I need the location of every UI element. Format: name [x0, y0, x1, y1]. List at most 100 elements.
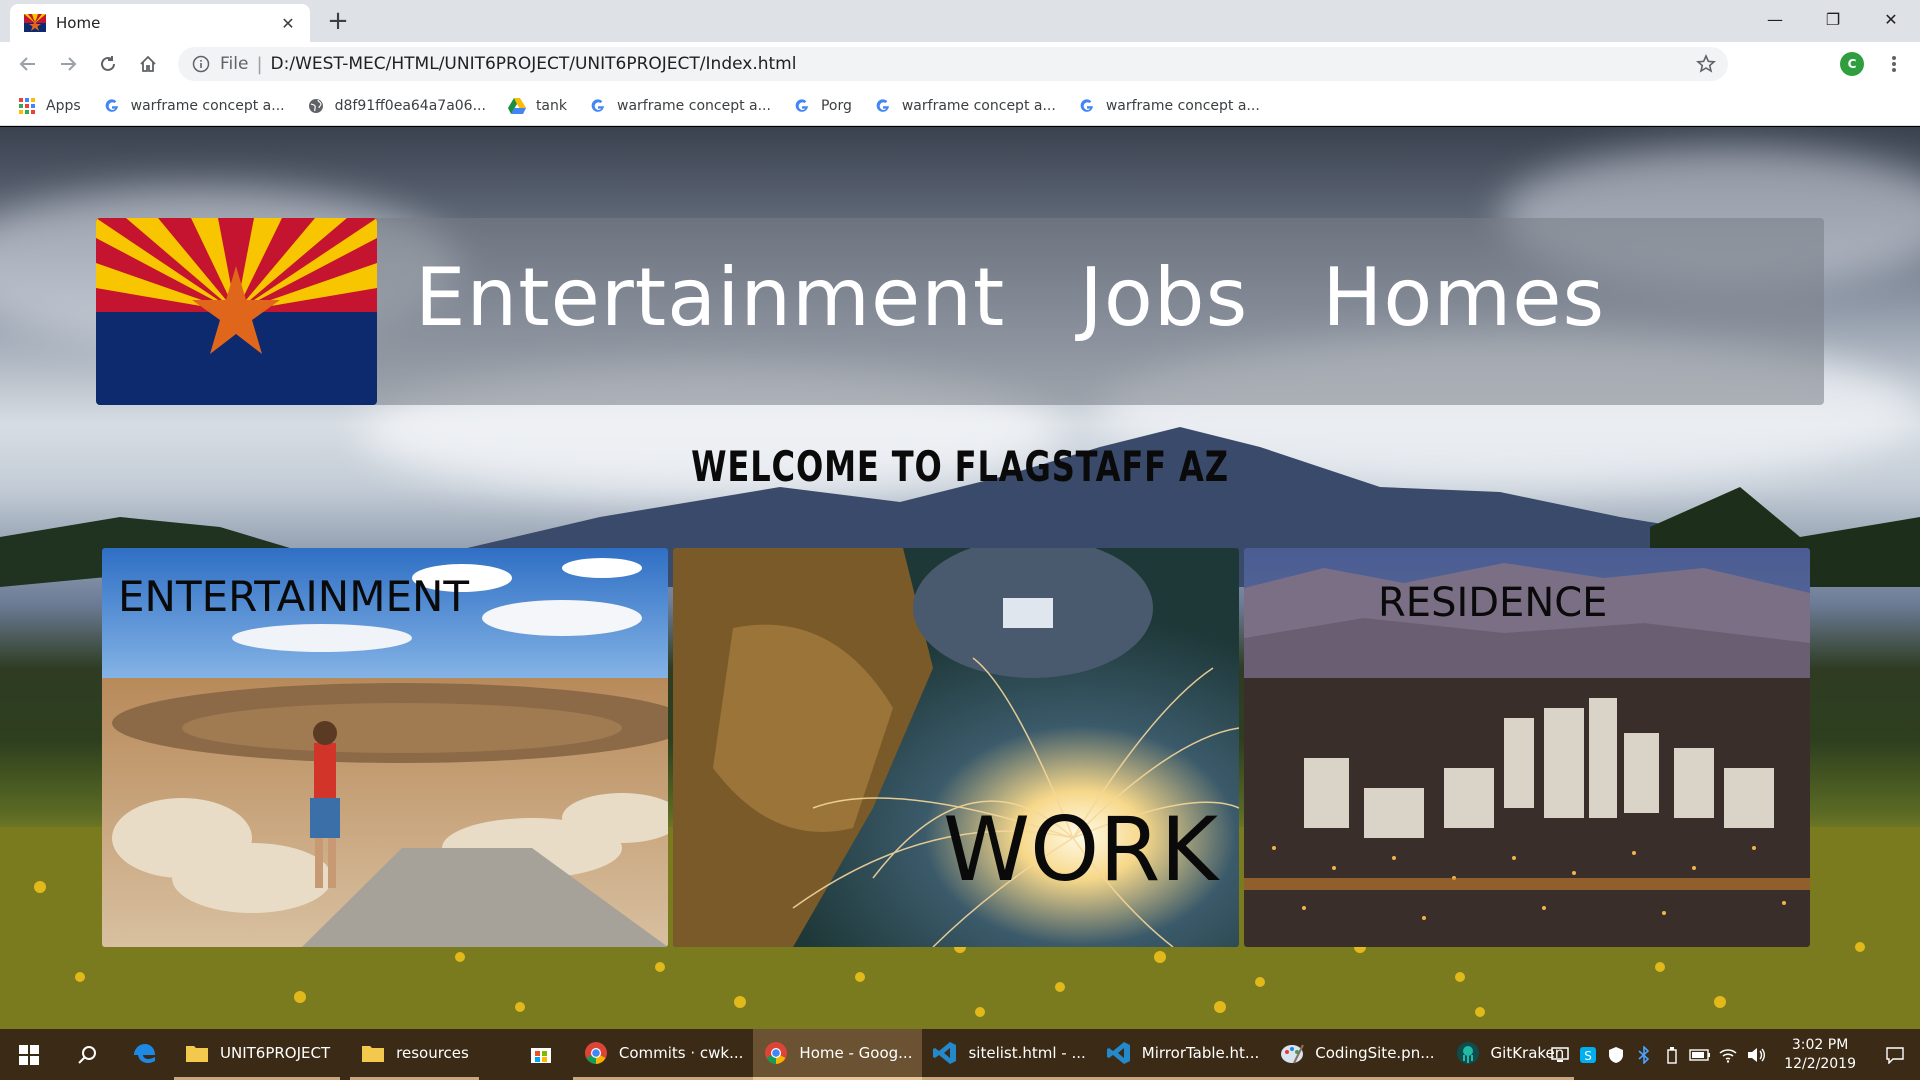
nav-link-homes[interactable]: Homes: [1322, 251, 1605, 344]
taskbar-app-label: Commits · cwk...: [618, 1044, 744, 1062]
chrome-icon: [583, 1040, 609, 1066]
taskbar-app-home-chrome[interactable]: Home - Goog...: [753, 1029, 923, 1080]
taskbar-app-commits[interactable]: Commits · cwk...: [572, 1029, 754, 1080]
bookmark-tank[interactable]: tank: [507, 97, 567, 115]
edge-button[interactable]: [116, 1029, 174, 1080]
folder-icon: [184, 1040, 210, 1066]
taskbar-app-label: UNIT6PROJECT: [220, 1044, 331, 1062]
reload-button[interactable]: [94, 50, 122, 78]
info-icon: [192, 55, 210, 73]
taskbar-app-label: MirrorTable.ht...: [1141, 1044, 1260, 1062]
bookmarks-bar: Apps warframe concept a... d8f91ff0ea64a…: [0, 86, 1920, 126]
bookmark-label: tank: [535, 97, 567, 114]
bookmark-warframe-1[interactable]: warframe concept a...: [103, 97, 285, 115]
url-text[interactable]: D:/WEST-MEC/HTML/UNIT6PROJECT/UNIT6PROJE…: [271, 54, 797, 74]
folder-icon: [360, 1040, 386, 1066]
tab-home[interactable]: Home ✕: [10, 4, 310, 42]
clock-date: 12/2/2019: [1784, 1055, 1856, 1072]
bookmark-label: Porg: [820, 97, 852, 114]
taskbar-clock[interactable]: 3:02 PM 12/2/2019: [1770, 1036, 1870, 1074]
tab-close-icon[interactable]: ✕: [278, 14, 298, 33]
bookmark-warframe-3[interactable]: warframe concept a...: [874, 97, 1056, 115]
notifications-icon[interactable]: [1870, 1041, 1920, 1069]
edge-icon: [134, 1043, 155, 1063]
volume-icon[interactable]: [1742, 1041, 1770, 1069]
new-tab-button[interactable]: +: [322, 8, 354, 36]
card-work[interactable]: WORK: [673, 548, 1239, 947]
battery-icon[interactable]: [1686, 1041, 1714, 1069]
start-button[interactable]: [0, 1029, 58, 1080]
windows-logo-icon: [19, 1044, 39, 1065]
profile-initial: C: [1847, 57, 1857, 71]
reload-icon: [101, 56, 115, 71]
browser-toolbar: File | D:/WEST-MEC/HTML/UNIT6PROJECT/UNI…: [0, 42, 1920, 86]
taskbar-app-sitelist[interactable]: sitelist.html - ...: [922, 1029, 1096, 1080]
search-button[interactable]: [58, 1029, 116, 1080]
card-label-work: WORK: [943, 798, 1219, 901]
card-label-entertainment: ENTERTAINMENT: [118, 572, 470, 621]
profile-avatar[interactable]: C: [1840, 52, 1864, 76]
taskbar-app-unit6project[interactable]: UNIT6PROJECT: [174, 1029, 341, 1080]
welcome-heading: WELCOME TO FLAGSTAFF AZ: [691, 442, 1229, 491]
main-nav: Entertainment Jobs Homes: [415, 251, 1605, 344]
arrow-right-icon: [61, 57, 77, 71]
vscode-icon: [1106, 1040, 1132, 1066]
extension-1-icon[interactable]: 1: [1744, 52, 1768, 76]
taskbar-app-label: sitelist.html - ...: [968, 1044, 1086, 1062]
forward-button[interactable]: [54, 50, 82, 78]
back-button[interactable]: [14, 50, 42, 78]
window-controls: — ❐ ✕: [1746, 0, 1920, 38]
bookmark-hash[interactable]: d8f91ff0ea64a7a06...: [307, 97, 486, 115]
restore-button[interactable]: ❐: [1804, 0, 1862, 38]
tab-title: Home: [56, 14, 101, 32]
security-shield-icon[interactable]: [1602, 1041, 1630, 1069]
bluetooth-icon[interactable]: [1630, 1041, 1658, 1069]
minimize-button[interactable]: —: [1746, 0, 1804, 38]
bookmark-label: warframe concept a...: [1105, 97, 1260, 114]
bookmark-porg[interactable]: Porg: [793, 97, 852, 115]
usb-device-icon[interactable]: [1658, 1041, 1686, 1069]
svg-text:S: S: [1584, 1049, 1592, 1063]
monitor-icon[interactable]: [1546, 1041, 1574, 1069]
home-button[interactable]: [134, 50, 162, 78]
menu-button[interactable]: [1880, 50, 1908, 78]
address-bar[interactable]: File | D:/WEST-MEC/HTML/UNIT6PROJECT/UNI…: [178, 47, 1728, 81]
drive-icon: [507, 97, 526, 115]
wifi-icon[interactable]: [1714, 1041, 1742, 1069]
globe-icon: [307, 97, 325, 115]
nav-link-entertainment[interactable]: Entertainment: [415, 251, 1005, 344]
card-entertainment[interactable]: ENTERTAINMENT: [102, 548, 668, 947]
google-icon: [793, 97, 811, 115]
arizona-flag-logo[interactable]: [96, 218, 377, 405]
extension-2-label: ✦: [1790, 57, 1802, 71]
search-icon: [78, 1045, 96, 1064]
skype-icon[interactable]: S: [1574, 1041, 1602, 1069]
page-viewport: Entertainment Jobs Homes WELCOME TO FLAG…: [0, 127, 1920, 1029]
apps-grid-icon: [18, 97, 36, 115]
card-residence[interactable]: RESIDENCE: [1244, 548, 1810, 947]
google-icon: [589, 97, 607, 115]
chrome-icon: [763, 1040, 789, 1066]
google-icon: [874, 97, 892, 115]
bookmark-label: warframe concept a...: [130, 97, 285, 114]
bookmark-label: Apps: [46, 97, 81, 114]
tab-strip: Home ✕ + — ❐ ✕: [0, 0, 1920, 42]
vscode-icon: [932, 1040, 958, 1066]
bookmark-label: d8f91ff0ea64a7a06...: [334, 97, 486, 114]
url-scheme: File: [220, 54, 249, 74]
taskbar-app-mirrortable[interactable]: MirrorTable.ht...: [1095, 1029, 1270, 1080]
taskbar-app-resources[interactable]: resources: [350, 1029, 479, 1080]
windows-taskbar: UNIT6PROJECT resources Commits · cwk... …: [0, 1029, 1920, 1080]
card-label-residence: RESIDENCE: [1378, 580, 1608, 626]
bookmark-warframe-4[interactable]: warframe concept a...: [1078, 97, 1260, 115]
nav-link-jobs[interactable]: Jobs: [1079, 251, 1248, 344]
home-icon: [140, 55, 156, 72]
extension-dropbox-icon[interactable]: ✦: [1784, 52, 1808, 76]
close-window-button[interactable]: ✕: [1862, 0, 1920, 38]
bookmark-apps[interactable]: Apps: [18, 97, 81, 115]
taskbar-app-codingsite[interactable]: CodingSite.pn...: [1269, 1029, 1445, 1080]
bookmark-warframe-2[interactable]: warframe concept a...: [589, 97, 771, 115]
bookmark-star-icon[interactable]: [1696, 54, 1716, 74]
taskbar-app-store[interactable]: [509, 1029, 573, 1080]
arrow-left-icon: [19, 57, 35, 71]
